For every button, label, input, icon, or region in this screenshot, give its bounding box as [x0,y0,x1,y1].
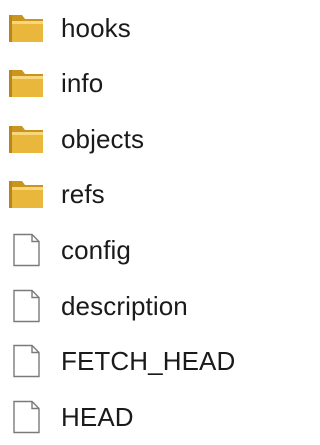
list-item-head[interactable]: HEAD [0,389,254,445]
list-item-hooks[interactable]: hooks [0,0,254,56]
file-icon [13,400,40,434]
item-label: refs [61,179,105,209]
list-item-config[interactable]: config [0,222,254,278]
item-label: FETCH_HEAD [61,346,236,376]
file-list: hooks info objects refs config descripti… [0,0,254,438]
item-label: config [61,235,131,265]
folder-icon [9,15,43,42]
folder-icon [9,126,43,153]
list-item-description[interactable]: description [0,278,254,334]
file-icon [13,233,40,267]
folder-icon [9,70,43,97]
item-label: description [61,291,188,321]
folder-icon [9,181,43,208]
list-item-refs[interactable]: refs [0,166,254,222]
item-label: info [61,68,104,98]
file-icon [13,289,40,323]
list-item-objects[interactable]: objects [0,111,254,167]
item-label: objects [61,124,145,154]
list-item-fetch-head[interactable]: FETCH_HEAD [0,333,254,389]
item-label: hooks [61,13,131,43]
list-item-info[interactable]: info [0,55,254,111]
file-icon [13,344,40,378]
item-label: HEAD [61,402,134,432]
